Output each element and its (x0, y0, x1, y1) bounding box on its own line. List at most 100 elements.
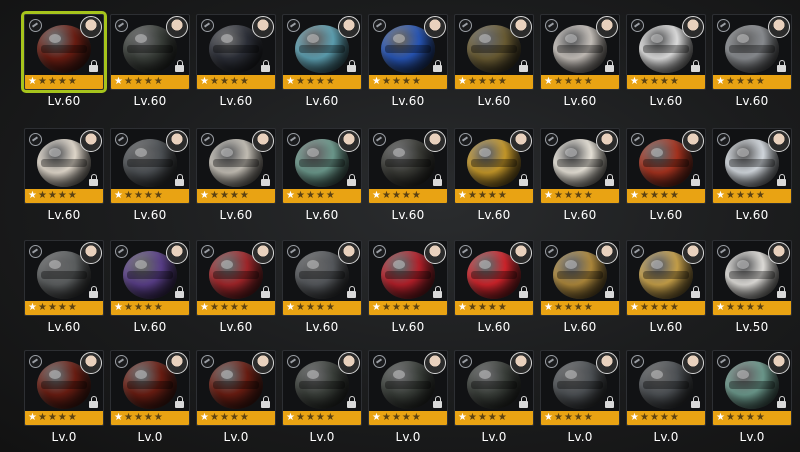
lock-icon[interactable] (777, 396, 786, 408)
item-slot[interactable]: ★ ★ ★ ★ ★ Lv.60 (712, 14, 792, 114)
item-card[interactable]: ★ ★ ★ ★ ★ (712, 240, 792, 316)
item-slot[interactable]: ★ ★ ★ ★ ★ Lv.60 (282, 14, 362, 114)
item-slot[interactable]: ★ ★ ★ ★ ★ Lv.0 (110, 350, 190, 450)
lock-icon[interactable] (347, 396, 356, 408)
lock-icon[interactable] (347, 286, 356, 298)
item-card[interactable]: ★ ★ ★ ★ ★ (110, 14, 190, 90)
item-slot[interactable]: ★ ★ ★ ★ ★ Lv.60 (368, 128, 448, 228)
lock-icon[interactable] (433, 174, 442, 186)
lock-icon[interactable] (175, 174, 184, 186)
lock-icon[interactable] (175, 396, 184, 408)
item-card[interactable]: ★ ★ ★ ★ ★ (282, 128, 362, 204)
item-card[interactable]: ★ ★ ★ ★ ★ (368, 14, 448, 90)
item-slot[interactable]: ★ ★ ★ ★ ★ Lv.60 (24, 240, 104, 340)
lock-icon[interactable] (605, 286, 614, 298)
item-slot[interactable]: ★ ★ ★ ★ ★ Lv.0 (196, 350, 276, 450)
item-card[interactable]: ★ ★ ★ ★ ★ (110, 350, 190, 426)
lock-icon[interactable] (691, 174, 700, 186)
item-slot[interactable]: ★ ★ ★ ★ ★ Lv.60 (454, 14, 534, 114)
item-card[interactable]: ★ ★ ★ ★ ★ (368, 240, 448, 316)
lock-icon[interactable] (175, 286, 184, 298)
item-slot[interactable]: ★ ★ ★ ★ ★ Lv.60 (21, 11, 107, 114)
item-card[interactable]: ★ ★ ★ ★ ★ (626, 14, 706, 90)
item-card[interactable]: ★ ★ ★ ★ ★ (454, 240, 534, 316)
item-slot[interactable]: ★ ★ ★ ★ ★ Lv.0 (282, 350, 362, 450)
item-card[interactable]: ★ ★ ★ ★ ★ (110, 240, 190, 316)
item-card[interactable]: ★ ★ ★ ★ ★ (24, 128, 104, 204)
item-card[interactable]: ★ ★ ★ ★ ★ (196, 128, 276, 204)
lock-icon[interactable] (691, 60, 700, 72)
lock-icon[interactable] (777, 174, 786, 186)
item-card[interactable]: ★ ★ ★ ★ ★ (626, 240, 706, 316)
lock-icon[interactable] (605, 60, 614, 72)
item-card[interactable]: ★ ★ ★ ★ ★ (282, 14, 362, 90)
lock-icon[interactable] (691, 286, 700, 298)
lock-icon[interactable] (433, 396, 442, 408)
lock-icon[interactable] (519, 60, 528, 72)
item-slot[interactable]: ★ ★ ★ ★ ★ Lv.60 (196, 14, 276, 114)
item-slot[interactable]: ★ ★ ★ ★ ★ Lv.60 (540, 14, 620, 114)
item-card[interactable]: ★ ★ ★ ★ ★ (626, 128, 706, 204)
item-slot[interactable]: ★ ★ ★ ★ ★ Lv.0 (368, 350, 448, 450)
item-slot[interactable]: ★ ★ ★ ★ ★ Lv.60 (368, 240, 448, 340)
lock-icon[interactable] (777, 286, 786, 298)
item-slot[interactable]: ★ ★ ★ ★ ★ Lv.60 (24, 128, 104, 228)
lock-icon[interactable] (261, 286, 270, 298)
item-card[interactable]: ★ ★ ★ ★ ★ (626, 350, 706, 426)
lock-icon[interactable] (605, 396, 614, 408)
item-card[interactable]: ★ ★ ★ ★ ★ (540, 240, 620, 316)
item-card[interactable]: ★ ★ ★ ★ ★ (454, 14, 534, 90)
item-card[interactable]: ★ ★ ★ ★ ★ (712, 14, 792, 90)
item-slot[interactable]: ★ ★ ★ ★ ★ Lv.60 (712, 128, 792, 228)
item-slot[interactable]: ★ ★ ★ ★ ★ Lv.50 (712, 240, 792, 340)
item-card[interactable]: ★ ★ ★ ★ ★ (712, 128, 792, 204)
item-card[interactable]: ★ ★ ★ ★ ★ (21, 11, 107, 93)
item-slot[interactable]: ★ ★ ★ ★ ★ Lv.60 (368, 14, 448, 114)
item-card[interactable]: ★ ★ ★ ★ ★ (540, 350, 620, 426)
item-slot[interactable]: ★ ★ ★ ★ ★ Lv.60 (110, 128, 190, 228)
item-card[interactable]: ★ ★ ★ ★ ★ (196, 14, 276, 90)
item-slot[interactable]: ★ ★ ★ ★ ★ Lv.60 (110, 240, 190, 340)
item-card[interactable]: ★ ★ ★ ★ ★ (454, 128, 534, 204)
item-card[interactable]: ★ ★ ★ ★ ★ (282, 240, 362, 316)
item-slot[interactable]: ★ ★ ★ ★ ★ Lv.60 (196, 128, 276, 228)
item-card[interactable]: ★ ★ ★ ★ ★ (24, 350, 104, 426)
item-card[interactable]: ★ ★ ★ ★ ★ (110, 128, 190, 204)
item-slot[interactable]: ★ ★ ★ ★ ★ Lv.60 (196, 240, 276, 340)
lock-icon[interactable] (347, 60, 356, 72)
item-card[interactable]: ★ ★ ★ ★ ★ (454, 350, 534, 426)
item-slot[interactable]: ★ ★ ★ ★ ★ Lv.60 (540, 128, 620, 228)
item-card[interactable]: ★ ★ ★ ★ ★ (368, 128, 448, 204)
lock-icon[interactable] (691, 396, 700, 408)
item-slot[interactable]: ★ ★ ★ ★ ★ Lv.0 (454, 350, 534, 450)
lock-icon[interactable] (261, 60, 270, 72)
lock-icon[interactable] (175, 60, 184, 72)
item-slot[interactable]: ★ ★ ★ ★ ★ Lv.60 (282, 240, 362, 340)
item-slot[interactable]: ★ ★ ★ ★ ★ Lv.0 (24, 350, 104, 450)
item-slot[interactable]: ★ ★ ★ ★ ★ Lv.60 (626, 128, 706, 228)
item-slot[interactable]: ★ ★ ★ ★ ★ Lv.60 (110, 14, 190, 114)
item-card[interactable]: ★ ★ ★ ★ ★ (196, 350, 276, 426)
item-slot[interactable]: ★ ★ ★ ★ ★ Lv.60 (626, 240, 706, 340)
item-card[interactable]: ★ ★ ★ ★ ★ (282, 350, 362, 426)
item-card[interactable]: ★ ★ ★ ★ ★ (540, 14, 620, 90)
lock-icon[interactable] (261, 174, 270, 186)
lock-icon[interactable] (89, 60, 98, 72)
lock-icon[interactable] (89, 286, 98, 298)
lock-icon[interactable] (519, 286, 528, 298)
item-slot[interactable]: ★ ★ ★ ★ ★ Lv.60 (626, 14, 706, 114)
item-slot[interactable]: ★ ★ ★ ★ ★ Lv.0 (540, 350, 620, 450)
lock-icon[interactable] (89, 396, 98, 408)
lock-icon[interactable] (89, 174, 98, 186)
item-card[interactable]: ★ ★ ★ ★ ★ (712, 350, 792, 426)
lock-icon[interactable] (261, 396, 270, 408)
lock-icon[interactable] (433, 60, 442, 72)
item-card[interactable]: ★ ★ ★ ★ ★ (368, 350, 448, 426)
lock-icon[interactable] (433, 286, 442, 298)
lock-icon[interactable] (605, 174, 614, 186)
item-slot[interactable]: ★ ★ ★ ★ ★ Lv.0 (626, 350, 706, 450)
lock-icon[interactable] (519, 396, 528, 408)
item-slot[interactable]: ★ ★ ★ ★ ★ Lv.60 (454, 240, 534, 340)
lock-icon[interactable] (777, 60, 786, 72)
item-slot[interactable]: ★ ★ ★ ★ ★ Lv.60 (282, 128, 362, 228)
